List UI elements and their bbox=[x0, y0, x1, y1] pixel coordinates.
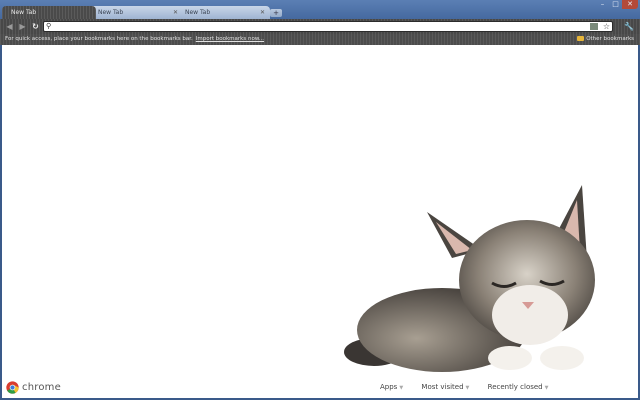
ntp-footer-links: Apps ▼ Most visited ▼ Recently closed ▼ bbox=[380, 383, 564, 391]
chevron-down-icon: ▼ bbox=[544, 385, 549, 391]
window-controls: – □ ✕ bbox=[596, 0, 638, 9]
tab-close-icon[interactable]: ✕ bbox=[260, 6, 265, 19]
wrench-icon[interactable]: 🔧 bbox=[624, 21, 634, 32]
minimize-icon[interactable]: – bbox=[596, 0, 609, 9]
tab-title: New Tab bbox=[98, 9, 124, 16]
toolbar: ◀ ▶ ↻ ⚲ ☆ 🔧 bbox=[0, 19, 640, 34]
other-bookmarks-button[interactable]: Other bookmarks bbox=[577, 34, 634, 45]
close-icon[interactable]: ✕ bbox=[622, 0, 638, 9]
folder-icon bbox=[577, 36, 585, 41]
chrome-logo: chrome bbox=[6, 381, 61, 394]
forward-arrow-icon[interactable]: ▶ bbox=[17, 21, 28, 32]
omnibox[interactable]: ⚲ ☆ bbox=[43, 21, 613, 32]
search-icon: ⚲ bbox=[46, 22, 52, 30]
ntp-footer: chrome Apps ▼ Most visited ▼ Recently clos… bbox=[2, 376, 638, 398]
bookmarks-bar: For quick access, place your bookmarks h… bbox=[0, 34, 640, 45]
back-arrow-icon[interactable]: ◀ bbox=[4, 21, 15, 32]
new-tab-page: chrome Apps ▼ Most visited ▼ Recently clos… bbox=[2, 45, 638, 398]
other-bookmarks-label: Other bookmarks bbox=[586, 36, 634, 42]
reload-icon[interactable]: ↻ bbox=[30, 21, 41, 32]
kitten-background-image bbox=[344, 185, 595, 372]
page-action-icon[interactable] bbox=[590, 23, 598, 30]
recently-closed-link[interactable]: Recently closed ▼ bbox=[488, 383, 549, 391]
address-input[interactable] bbox=[56, 22, 576, 31]
most-visited-link[interactable]: Most visited ▼ bbox=[421, 383, 469, 391]
tab-close-icon[interactable]: ✕ bbox=[173, 6, 178, 19]
bookmarks-hint-text: For quick access, place your bookmarks h… bbox=[5, 36, 193, 42]
tab-title: New Tab bbox=[185, 9, 211, 16]
import-bookmarks-link[interactable]: Import bookmarks now... bbox=[196, 36, 264, 42]
tab-new-tab-2[interactable]: New Tab ✕ bbox=[89, 6, 183, 19]
tab-new-tab-3[interactable]: New Tab ✕ bbox=[176, 6, 270, 19]
bookmark-star-icon[interactable]: ☆ bbox=[603, 22, 610, 31]
chrome-logo-icon bbox=[6, 381, 19, 394]
bookmarks-bar-message: For quick access, place your bookmarks h… bbox=[5, 34, 264, 45]
tab-title: New Tab bbox=[11, 9, 37, 16]
maximize-icon[interactable]: □ bbox=[609, 0, 622, 9]
apps-link[interactable]: Apps ▼ bbox=[380, 383, 403, 391]
chevron-down-icon: ▼ bbox=[465, 385, 470, 391]
new-tab-button[interactable]: + bbox=[270, 9, 282, 17]
tab-strip: New Tab New Tab ✕ New Tab ✕ + – □ ✕ bbox=[0, 0, 640, 19]
chevron-down-icon: ▼ bbox=[399, 385, 404, 391]
chrome-wordmark: chrome bbox=[22, 382, 61, 393]
tab-new-tab-active[interactable]: New Tab bbox=[2, 6, 96, 19]
browser-window: New Tab New Tab ✕ New Tab ✕ + – □ ✕ ◀ ▶ … bbox=[0, 0, 640, 400]
